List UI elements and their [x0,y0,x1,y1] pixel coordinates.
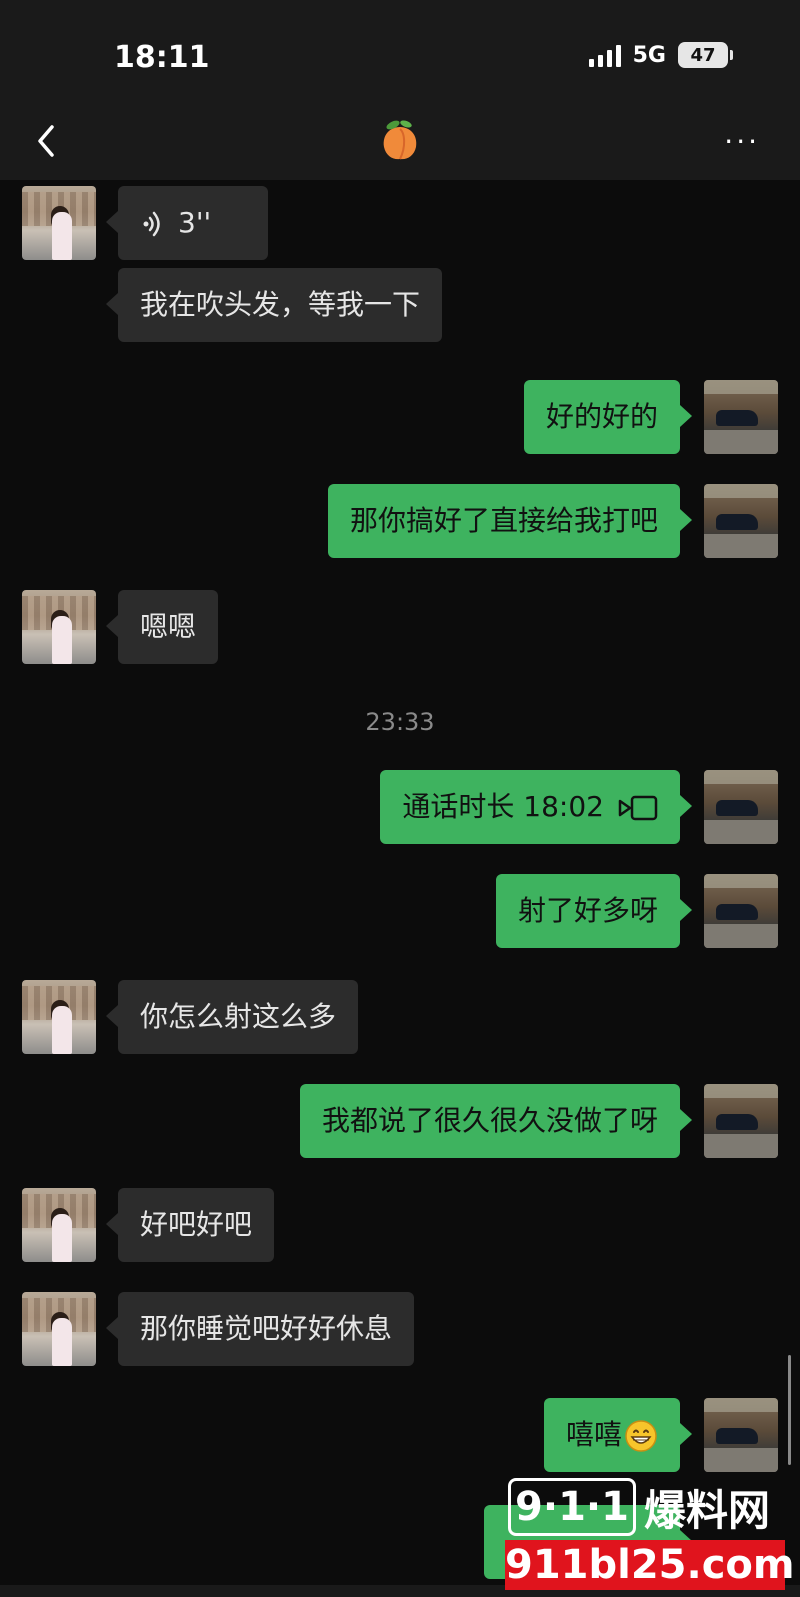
status-bar: 18:11 5G 47 [0,0,800,105]
message-bubble-incoming[interactable]: 我在吹头发，等我一下 [105,268,443,342]
grinning-emoji-icon [625,1420,657,1452]
call-duration-text: 通话时长 18:02 [402,790,604,823]
message-text: 我都说了很久很久没做了呀 [321,1104,658,1137]
message-text: 嗯嗯 [140,610,197,643]
message-bubble-outgoing[interactable]: 那你搞好了直接给我打吧 [327,484,693,558]
message-text: 那你睡觉吧好好休息 [140,1312,393,1345]
message-bubble-incoming[interactable]: 好吧好吧 [105,1188,275,1262]
message-text: 你怎么射这么多 [140,1000,337,1033]
chat-timestamp: 23:33 [365,708,435,736]
my-avatar[interactable] [704,1084,778,1158]
watermark-url: 911bl25.com [505,1540,795,1590]
message-text: 好的好的 [545,400,658,433]
watermark-logo: 9·1·1 爆料网 [508,1476,784,1538]
message-text: 我在吹头发，等我一下 [140,288,421,321]
voice-message-bubble[interactable]: 3'' [106,186,268,260]
contact-avatar[interactable] [22,1188,96,1262]
peach-emoji-title [380,119,420,161]
message-text: 好吧好吧 [140,1208,253,1241]
contact-avatar[interactable] [22,186,96,260]
message-bubble-incoming[interactable]: 你怎么射这么多 [105,980,359,1054]
voice-duration: 3'' [178,206,212,239]
signal-icon [588,43,621,67]
my-avatar[interactable] [704,770,778,844]
message-bubble-outgoing[interactable]: 好的好的 [523,380,693,454]
watermark-brand-box: 9·1·1 [508,1478,636,1536]
my-avatar[interactable] [704,1398,778,1472]
contact-avatar[interactable] [22,1292,96,1366]
my-avatar[interactable] [704,380,778,454]
chevron-left-icon [38,125,54,157]
watermark-brand-text: 爆料网 [644,1485,771,1535]
status-time: 18:11 [114,40,210,75]
call-record-bubble[interactable]: 通话时长 18:02 [380,770,692,844]
message-text: 那你搞好了直接给我打吧 [349,504,658,537]
message-bubble-outgoing[interactable]: 我都说了很久很久没做了呀 [299,1084,693,1158]
peach-icon [383,120,417,160]
battery-icon: 47 [678,42,733,68]
contact-avatar[interactable] [22,980,96,1054]
my-avatar[interactable] [704,484,778,558]
contact-avatar[interactable] [22,590,96,664]
message-text: 嘻嘻 [565,1418,622,1451]
message-bubble-incoming[interactable]: 那你睡觉吧好好休息 [105,1292,415,1366]
video-call-icon [618,795,658,821]
back-button[interactable] [28,121,68,161]
message-text: 射了好多呀 [517,894,658,927]
network-type: 5G [632,42,666,68]
chat-header: ··· [0,105,800,180]
status-indicators: 5G 47 [588,42,733,68]
more-options-button[interactable]: ··· [724,125,760,158]
message-bubble-outgoing[interactable]: 射了好多呀 [495,874,693,948]
message-bubble-outgoing[interactable]: 嘻嘻 [543,1398,693,1472]
message-bubble-incoming[interactable]: 嗯嗯 [105,590,219,664]
my-avatar[interactable] [704,874,778,948]
scrollbar[interactable] [788,1355,791,1465]
voice-wave-icon [143,211,160,237]
